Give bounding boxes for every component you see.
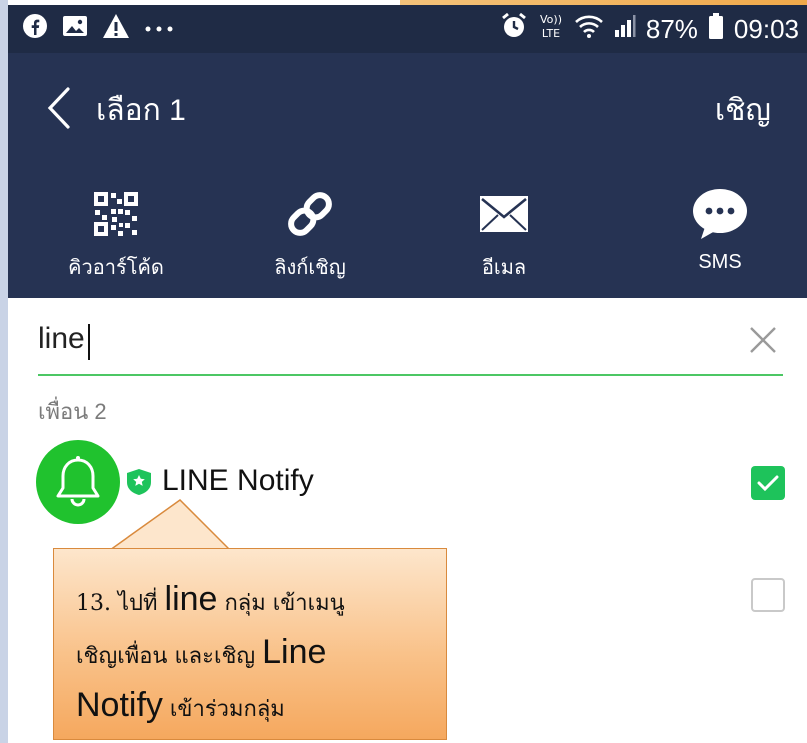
svg-text:Vo)): Vo)) [540,13,562,26]
clear-search-button[interactable] [743,320,783,360]
callout-line-2: เชิญเพื่อน และเชิญ Line [76,633,327,671]
signal-icon [614,14,636,44]
page-title: เลือก 1 [96,94,186,127]
tutorial-callout: 13. ไปที่ line กลุ่ม เข้าเมนู เชิญเพื่อน… [53,548,447,740]
friend-checkbox-unchecked[interactable] [751,578,785,612]
share-link[interactable]: ลิงก์เชิญ [230,183,390,283]
text-caret [88,324,90,360]
share-qr-code[interactable]: คิวอาร์โค้ด [36,183,196,283]
status-right-icons: Vo)) LTE 87% 09:03 [500,11,799,47]
callout-pointer [110,499,230,552]
back-button[interactable] [40,83,80,133]
share-qr-code-label: คิวอาร์โค้ด [68,257,164,279]
callout-line-1: 13. ไปที่ line กลุ่ม เข้าเมนู [76,580,345,618]
battery-percent: 87% [645,13,698,44]
screenshot-frame [0,0,8,743]
chevron-left-icon [47,87,70,129]
share-sms-label: SMS [698,251,742,273]
share-sms[interactable]: SMS [640,183,800,274]
app-header: เลือก 1 เชิญ คิวอาร์โค้ด ลิงก์เชิญ อีเมล… [8,53,807,298]
mail-icon [480,196,528,232]
callout-text: 13. ไปที่ line กลุ่ม เข้าเมนู เชิญเพื่อน… [76,575,436,734]
sms-bubble-icon [693,189,747,239]
status-left-icons [22,13,174,43]
bell-icon [56,456,100,507]
share-email-label: อีเมล [481,257,527,279]
link-icon [288,192,332,236]
qr-code-icon [94,192,138,236]
share-email[interactable]: อีเมล [424,183,584,283]
warning-icon [102,13,130,43]
section-header-friends: เพื่อน 2 [38,399,107,424]
status-bar: Vo)) LTE 87% 09:03 [8,5,807,53]
friend-checkbox-checked[interactable] [751,466,785,500]
volte-icon: Vo)) LTE [538,11,564,47]
friend-name: LINE Notify [162,464,314,497]
close-icon [750,327,776,353]
callout-line-3: Notify เข้าร่วมกลุ่ม [76,686,285,724]
search-bar [38,308,783,376]
checkmark-icon [757,475,779,492]
gallery-icon [62,14,88,42]
wifi-icon [574,13,604,45]
battery-icon [708,12,724,46]
status-time: 09:03 [733,13,799,44]
official-shield-icon [126,468,152,496]
svg-text:LTE: LTE [542,27,560,40]
invite-button[interactable]: เชิญ [715,87,771,134]
more-icon [144,19,174,38]
facebook-icon [22,13,48,43]
search-input[interactable] [38,316,718,362]
avatar [36,440,120,524]
alarm-icon [500,12,528,46]
share-link-label: ลิงก์เชิญ [274,257,346,279]
share-options-row: คิวอาร์โค้ด ลิงก์เชิญ อีเมล SMS [8,183,807,293]
